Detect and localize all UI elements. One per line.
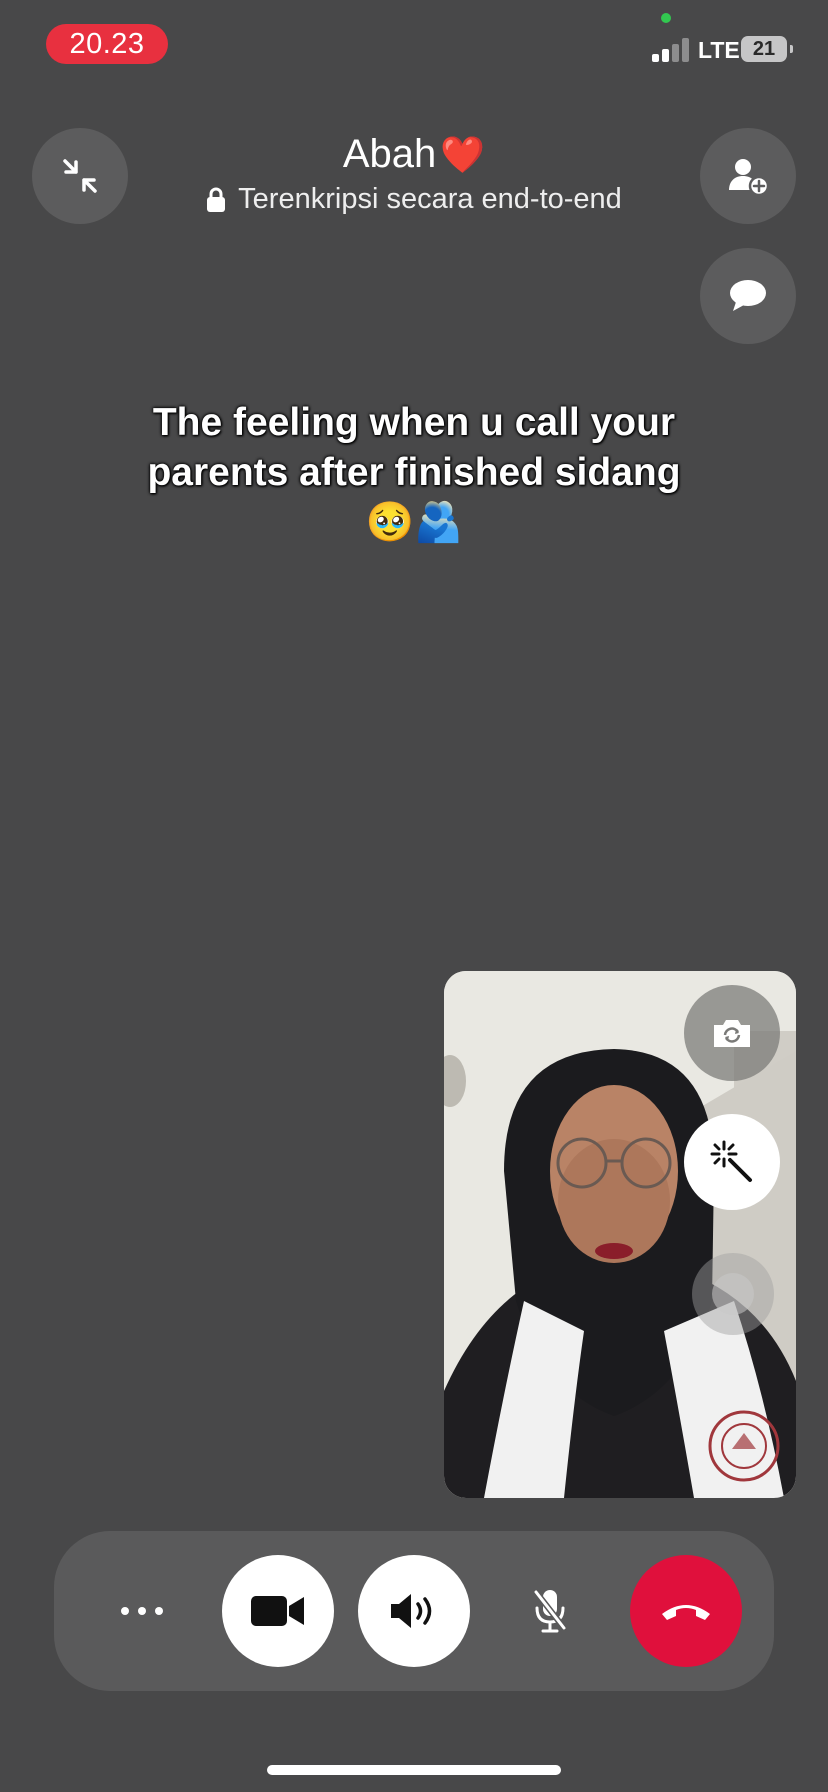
effects-button[interactable] [684, 1114, 780, 1210]
self-video-preview[interactable] [444, 971, 796, 1498]
chat-button[interactable] [700, 248, 796, 344]
drag-handle[interactable] [692, 1253, 774, 1335]
battery-tip [790, 45, 793, 53]
battery-icon: 21 [741, 36, 787, 62]
more-dots-icon [121, 1607, 163, 1615]
home-indicator[interactable] [267, 1765, 561, 1775]
call-control-bar [54, 1531, 774, 1691]
mute-button[interactable] [494, 1555, 606, 1667]
lock-icon [207, 187, 226, 212]
video-camera-icon [251, 1596, 304, 1626]
contact-name: Abah [342, 132, 437, 176]
more-options-button[interactable] [86, 1555, 198, 1667]
flip-camera-button[interactable] [684, 985, 780, 1081]
call-duration-pill[interactable]: 20.23 [46, 24, 168, 64]
video-toggle-button[interactable] [222, 1555, 334, 1667]
chat-bubble-icon [730, 280, 766, 311]
heart-emoji: ❤️ [440, 135, 486, 176]
add-person-icon [729, 159, 769, 196]
video-caption-overlay: The feeling when u call your parents aft… [140, 398, 688, 548]
network-type: LTE [698, 37, 740, 63]
mic-off-icon [533, 1589, 567, 1633]
camera-in-use-indicator [661, 13, 671, 23]
status-time: 20.23 [69, 27, 145, 60]
caption-emojis: 🥹🫂 [365, 500, 463, 545]
battery-level: 21 [752, 37, 776, 60]
magic-wand-icon [710, 1140, 752, 1182]
end-call-icon [662, 1605, 710, 1620]
end-call-button[interactable] [630, 1555, 742, 1667]
flip-camera-icon [714, 1020, 750, 1047]
cellular-signal-icon [652, 37, 690, 62]
add-participant-button[interactable] [700, 128, 796, 224]
speaker-icon [391, 1594, 432, 1628]
caption-text: The feeling when u call your parents aft… [147, 401, 681, 494]
speaker-button[interactable] [358, 1555, 470, 1667]
encryption-text: Terenkripsi secara end-to-end [238, 183, 622, 215]
